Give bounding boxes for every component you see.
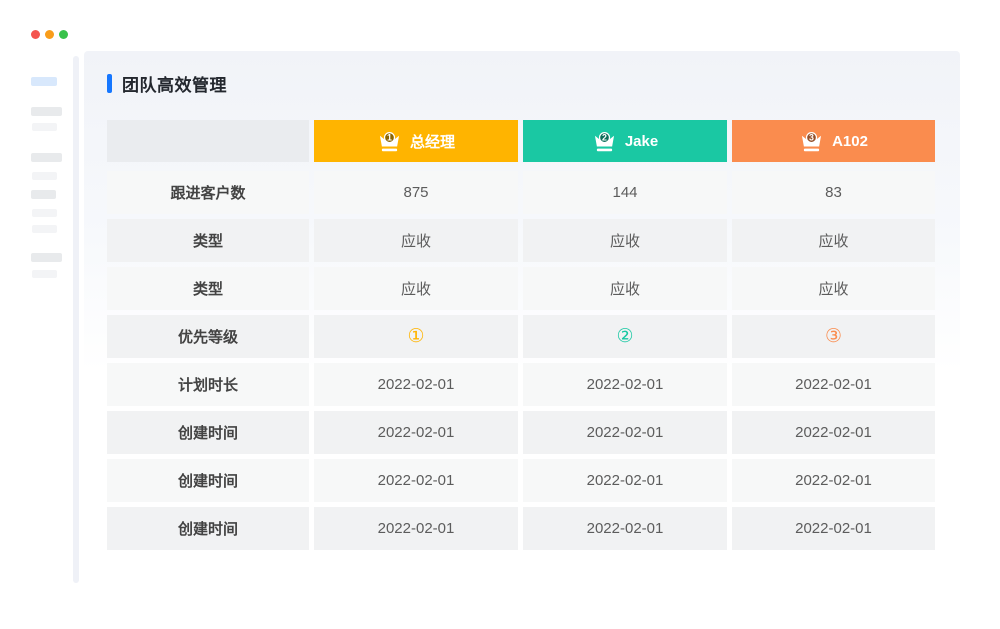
table-cell: 应收 (732, 219, 935, 262)
table-cell: 2022-02-01 (314, 459, 518, 502)
table-cell: 应收 (523, 267, 727, 310)
page-title-row: 团队高效管理 (107, 73, 960, 93)
column-header-label: Jake (625, 133, 658, 150)
sidebar-item[interactable] (32, 123, 57, 131)
rank-number: 2 (602, 132, 607, 142)
priority-badge-3: ③ (732, 315, 935, 358)
row-label: 创建时间 (107, 411, 309, 454)
minimize-window-icon[interactable] (45, 30, 54, 39)
row-label: 创建时间 (107, 459, 309, 502)
table-cell: 144 (523, 171, 727, 214)
table-body: 跟进客户数 875 144 83 类型 应收 应收 应收 类型 应收 应收 应收… (107, 171, 960, 550)
sidebar-item[interactable] (32, 225, 57, 233)
rank-number: 3 (809, 132, 814, 142)
table-cell: 应收 (314, 267, 518, 310)
sidebar-item[interactable] (32, 209, 57, 217)
table-cell: 2022-02-01 (314, 507, 518, 550)
title-accent-bar (107, 74, 112, 93)
row-label: 创建时间 (107, 507, 309, 550)
column-header-label: A102 (832, 133, 868, 150)
table-cell: 2022-02-01 (732, 411, 935, 454)
crown-rank-3-icon: 3 (799, 130, 824, 153)
table-corner-cell (107, 120, 309, 162)
row-label: 计划时长 (107, 363, 309, 406)
sidebar-item[interactable] (32, 270, 57, 278)
table-cell: 2022-02-01 (523, 459, 727, 502)
sidebar-item-active[interactable] (31, 77, 57, 86)
table-cell: 应收 (732, 267, 935, 310)
sidebar-item[interactable] (32, 172, 57, 180)
maximize-window-icon[interactable] (59, 30, 68, 39)
table-cell: 2022-02-01 (732, 507, 935, 550)
column-header-rank1[interactable]: 1 总经理 (314, 120, 518, 162)
table-cell: 2022-02-01 (732, 459, 935, 502)
table-cell: 2022-02-01 (523, 507, 727, 550)
rank-number: 1 (387, 132, 392, 142)
table-cell: 875 (314, 171, 518, 214)
crown-rank-2-icon: 2 (592, 130, 617, 153)
close-window-icon[interactable] (31, 30, 40, 39)
sidebar-item[interactable] (31, 107, 62, 116)
window-controls (31, 30, 68, 39)
row-label: 优先等级 (107, 315, 309, 358)
table-cell: 2022-02-01 (523, 411, 727, 454)
sidebar-divider (73, 56, 79, 583)
column-header-label: 总经理 (410, 131, 455, 152)
main-panel: 团队高效管理 1 总经理 (84, 51, 960, 585)
crown-rank-1-icon: 1 (377, 130, 402, 153)
table-cell: 2022-02-01 (732, 363, 935, 406)
table-cell: 2022-02-01 (523, 363, 727, 406)
team-comparison-table: 1 总经理 2 Jake (107, 120, 960, 550)
table-cell: 应收 (523, 219, 727, 262)
table-cell: 2022-02-01 (314, 363, 518, 406)
table-header-row: 1 总经理 2 Jake (107, 120, 960, 162)
row-label: 类型 (107, 267, 309, 310)
sidebar-item[interactable] (31, 253, 62, 262)
sidebar-item[interactable] (31, 153, 62, 162)
page-title: 团队高效管理 (122, 71, 227, 96)
column-header-rank2[interactable]: 2 Jake (523, 120, 727, 162)
sidebar-item[interactable] (31, 190, 56, 199)
row-label: 类型 (107, 219, 309, 262)
row-label: 跟进客户数 (107, 171, 309, 214)
table-cell: 应收 (314, 219, 518, 262)
table-cell: 83 (732, 171, 935, 214)
priority-badge-2: ② (523, 315, 727, 358)
priority-badge-1: ① (314, 315, 518, 358)
column-header-rank3[interactable]: 3 A102 (732, 120, 935, 162)
table-cell: 2022-02-01 (314, 411, 518, 454)
